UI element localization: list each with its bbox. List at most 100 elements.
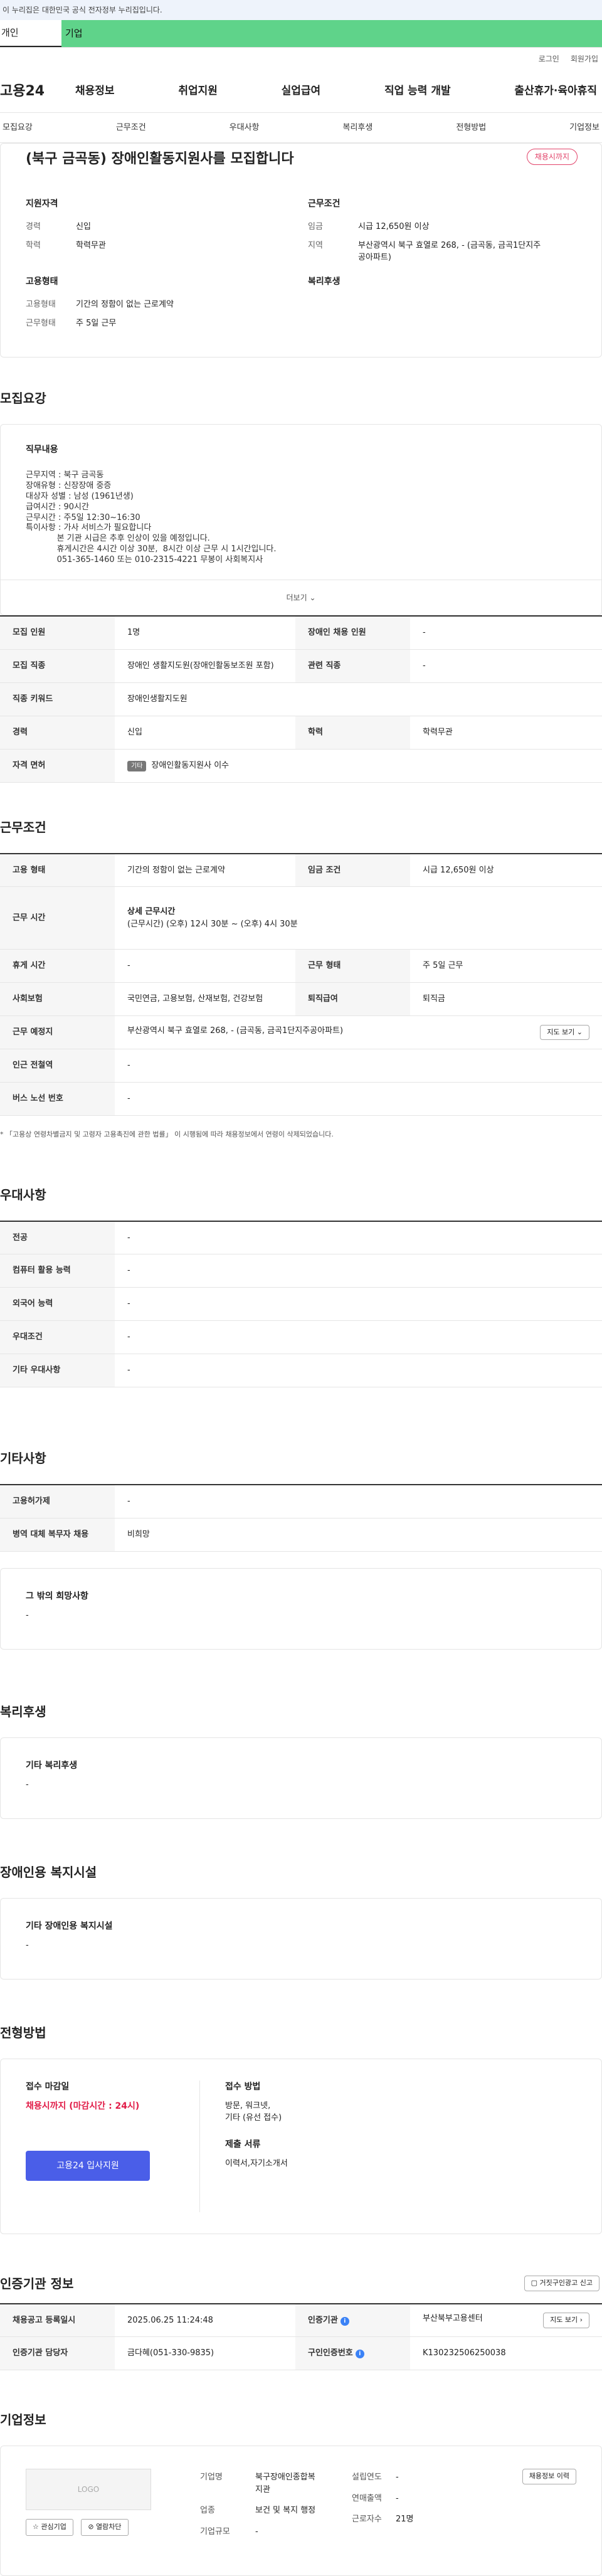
anchor-work[interactable]: 근무조건 — [114, 122, 149, 134]
anchor-welfare[interactable]: 복리후생 — [340, 122, 375, 134]
apply-button[interactable]: 고용24 입사지원 — [26, 2150, 150, 2181]
row-label: 자격 면허 — [0, 749, 115, 783]
block-icon: ⊘ — [88, 2523, 94, 2531]
time-heading: 상세 근무시간 — [127, 907, 176, 917]
gnb-item-jobs[interactable]: 채용정보 — [75, 83, 115, 100]
agency-map-button[interactable]: 지도 보기 › — [543, 2313, 589, 2328]
row-label: 근무 형태 — [295, 949, 410, 983]
company-box: LOGO ☆ 관심기업 ⊘ 열람차단 기업명 북구장애인종합복 지관 업종 보건 및 … — [0, 2446, 602, 2576]
welfare-heading: 기타 복리후생 — [26, 1760, 78, 1771]
row-value: 학력무관 — [410, 716, 602, 750]
login-link[interactable]: 로그인 — [539, 53, 559, 65]
table-row: 인증기관 담당자 금다혜(051-330-9835) 구인인증번호 i K1302325… — [0, 2336, 602, 2371]
summary-welfare-heading: 복리후생 — [308, 277, 341, 287]
table-row: 자격 면허 기타 장애인활동지원사 이수 — [0, 749, 602, 783]
work-table: 고용 형태 기간의 정함이 없는 근로계약 임금 조건 시급 12,650원 이상 근… — [0, 852, 602, 1116]
place-value: 부산광역시 북구 효열로 268, - (금곡동, 금곡1단지주공아파트) — [127, 1026, 344, 1036]
etc-table: 고용허가제 - 병역 대체 복무자 채용 비희망 — [0, 1484, 602, 1552]
table-row: 직종 키워드 장애인생활지도원 — [0, 682, 602, 716]
process-box: 접수 마감일 채용시까지 (마감시간 : 24시) 고용24 입사지원 접수 방… — [0, 2058, 602, 2234]
gov-notice-bar: 이 누리집은 대한민국 공식 전자정부 누리집입니다. — [0, 0, 602, 20]
gnb-item-unemployment-benefit[interactable]: 실업급여 — [282, 83, 321, 100]
section-disabled: 장애인용 복지시설 기타 장애인용 복지시설 - — [0, 1863, 602, 1980]
duty-heading: 직무내용 — [26, 445, 58, 455]
agency-label: 인증기관 — [308, 2315, 338, 2325]
docs-value: 이력서,자기소개서 — [225, 2158, 288, 2168]
duty-line: 대상자 성별 : 남성 (1961년생) — [26, 491, 134, 501]
row-value: 부산광역시 북구 효열로 268, - (금곡동, 금곡1단지주공아파트) 지도 … — [115, 1015, 602, 1050]
row-label: 사회보험 — [0, 982, 115, 1017]
favorite-company-button[interactable]: ☆ 관심기업 — [26, 2519, 73, 2536]
report-button-label: 거짓구인광고 신고 — [539, 2279, 593, 2287]
row-label: 우대조건 — [0, 1320, 115, 1355]
row-label: 고용허가제 — [0, 1485, 115, 1519]
info-icon[interactable]: i — [340, 2316, 349, 2326]
row-value: - — [115, 1254, 602, 1288]
row-value: 기간의 정함이 없는 근로계약 — [115, 853, 295, 888]
anchor-pref[interactable]: 우대사항 — [227, 122, 262, 134]
info-icon[interactable]: i — [355, 2350, 364, 2359]
gnb-item-vocational-training[interactable]: 직업 능력 개발 — [384, 83, 451, 100]
row-value: - — [115, 1320, 602, 1355]
license-value: 장애인활동지원사 이수 — [151, 760, 230, 770]
method-heading: 접수 방법 — [225, 2081, 261, 2092]
more-button[interactable]: 더보기 ⌄ — [1, 580, 601, 615]
row-value: - — [115, 1082, 602, 1116]
pref-table: 전공 - 컴퓨터 활용 능력 - 외국어 능력 - 우대조건 - 기타 우대사항 - — [0, 1220, 602, 1388]
row-label: 장애인 채용 인원 — [295, 616, 410, 650]
row-label: 구인인증번호 i — [295, 2336, 410, 2371]
anchor-recruit[interactable]: 모집요강 — [0, 122, 35, 134]
row-label: 관련 직종 — [295, 649, 410, 683]
gnb-item-employment-support[interactable]: 취업지원 — [178, 83, 218, 100]
summary-qual-heading: 지원자격 — [26, 199, 58, 209]
recruit-table: 모집 인원 1명 장애인 채용 인원 - 모집 직종 장애인 생활지도원(장애인활동보조… — [0, 615, 602, 783]
row-value: 상세 근무시간 (근무시간) (오후) 12시 30분 ~ (오후) 4시 30분 — [115, 886, 602, 950]
row-value: - — [410, 616, 602, 650]
report-button[interactable]: ▢ 거짓구인광고 신고 — [524, 2276, 599, 2291]
row-value: 부산북부고용센터 지도 보기 › — [410, 2303, 602, 2338]
section-company: 기업정보 LOGO ☆ 관심기업 ⊘ 열람차단 기업명 북구장애인종합복 지관 업종… — [0, 2410, 602, 2576]
summary-qualification: 지원자격 경력 신입 학력 학력무관 — [26, 198, 264, 258]
row-label: 임금 조건 — [295, 853, 410, 888]
table-row: 버스 노선 번호 - — [0, 1082, 602, 1116]
row-label: 버스 노선 번호 — [0, 1082, 115, 1116]
welfare-title: 복리후생 — [0, 1704, 46, 1719]
gnb-item-parental-leave[interactable]: 출산휴가·육아휴직 — [514, 83, 597, 100]
row-value: 장애인 생활지도원(장애인활동보조원 포함) — [115, 649, 295, 683]
anchor-process[interactable]: 전형방법 — [453, 122, 488, 134]
tab-company[interactable]: 기업 — [61, 20, 602, 47]
anchor-company[interactable]: 기업정보 — [567, 122, 602, 134]
table-row: 고용허가제 - — [0, 1485, 602, 1519]
duty-content: 근무지역 : 북구 금곡동 장애유형 : 신장장애 중증 대상자 성별 : 남성… — [26, 470, 576, 566]
duty-line: 장애유형 : 신장장애 중증 — [26, 480, 112, 490]
table-row: 경력 신입 학력 학력무관 — [0, 716, 602, 750]
tab-personal[interactable]: 개인 — [0, 20, 61, 47]
deadline-badge: 채용시까지 — [526, 149, 578, 165]
summary-worktype-label: 근무형태 — [26, 318, 56, 328]
row-value: 비희망 — [115, 1518, 602, 1552]
block-view-button[interactable]: ⊘ 열람차단 — [81, 2519, 129, 2536]
map-button[interactable]: 지도 보기 ⌄ — [540, 1024, 589, 1041]
company-name-line: 지관 — [255, 2484, 270, 2494]
section-etc: 기타사항 고용허가제 - 병역 대체 복무자 채용 비희망 그 밖의 희망사항 - — [0, 1449, 602, 1650]
duty-line: 특이사항 : 가사 서비스가 필요합니다 — [26, 523, 152, 533]
company-info-left: 기업명 북구장애인종합복 지관 업종 보건 및 복지 행정 기업규모 - — [200, 2471, 315, 2547]
table-row: 외국어 능력 - — [0, 1287, 602, 1322]
site-logo[interactable]: 고용24 — [0, 81, 75, 102]
row-value: - — [115, 949, 295, 983]
row-label: 컴퓨터 활용 능력 — [0, 1254, 115, 1288]
summary-location-label: 지역 — [308, 240, 323, 250]
agency-table: 채용공고 등록일시 2025.06.25 11:24:48 인증기관 i 부산북부고용센… — [0, 2303, 602, 2371]
company-name-label: 기업명 — [200, 2473, 223, 2483]
history-button[interactable]: 채용정보 이력 — [522, 2469, 576, 2484]
license-chip: 기타 — [127, 760, 147, 771]
sales-label: 연매출액 — [352, 2493, 382, 2503]
row-value: - — [115, 1221, 602, 1255]
summary-emptype-label: 고용형태 — [26, 300, 56, 309]
row-label: 모집 직종 — [0, 649, 115, 683]
summary-edu-value: 학력무관 — [76, 240, 106, 250]
signup-link[interactable]: 회원가입 — [571, 53, 598, 65]
agency-title: 인증기관 정보 — [0, 2276, 74, 2291]
map-button-label: 지도 보기 — [547, 1027, 575, 1036]
employees-label: 근로자수 — [352, 2515, 382, 2525]
